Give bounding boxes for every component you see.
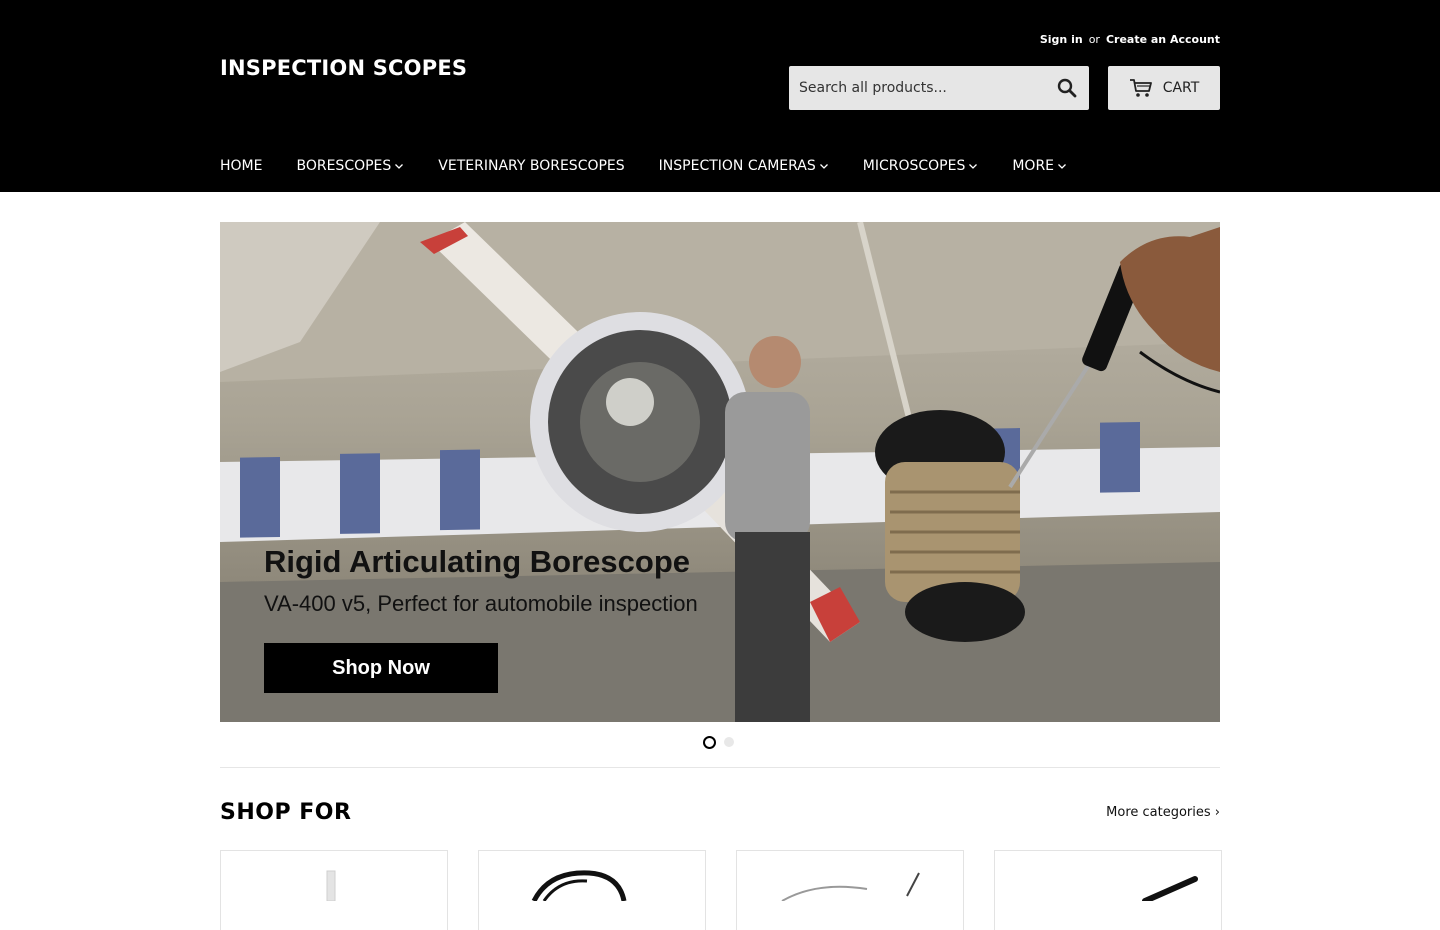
hero-slideshow[interactable]: Rigid Articulating Borescope VA-400 v5, …	[220, 222, 1220, 722]
category-card[interactable]	[220, 850, 448, 930]
nav-label: HOME	[220, 158, 263, 174]
slide-dot-1[interactable]	[703, 736, 716, 749]
cart-button[interactable]: CART	[1108, 66, 1220, 110]
category-image	[781, 872, 920, 902]
slide-dot-2[interactable]	[724, 737, 734, 747]
nav-label: INSPECTION CAMERAS	[658, 158, 816, 174]
site-logo[interactable]: INSPECTION SCOPES	[220, 56, 467, 80]
sign-in-link[interactable]: Sign in	[1040, 33, 1083, 46]
search-icon	[1057, 78, 1077, 98]
main-nav: HOME BORESCOPES VETERINARY BORESCOPES IN…	[220, 155, 1101, 177]
section-divider	[220, 767, 1220, 768]
chevron-down-icon	[395, 164, 404, 169]
nav-label: VETERINARY BORESCOPES	[438, 158, 625, 174]
nav-label: MICROSCOPES	[862, 158, 966, 174]
account-links: Sign in or Create an Account	[1040, 33, 1220, 46]
nav-item-inspection-cameras[interactable]: INSPECTION CAMERAS	[659, 155, 829, 177]
category-image	[326, 870, 336, 902]
more-categories-link[interactable]: More categories ›	[1106, 805, 1220, 820]
nav-item-veterinary-borescopes[interactable]: VETERINARY BORESCOPES	[438, 155, 624, 177]
search-input[interactable]	[789, 66, 1045, 110]
slideshow-pagination	[703, 736, 734, 749]
chevron-down-icon	[819, 164, 828, 169]
category-grid	[220, 850, 1222, 930]
category-card[interactable]	[736, 850, 964, 930]
cart-label: CART	[1162, 80, 1200, 96]
shop-now-button[interactable]: Shop Now	[264, 643, 498, 693]
search-button[interactable]	[1045, 66, 1089, 110]
nav-item-more[interactable]: MORE	[1012, 155, 1067, 177]
nav-item-microscopes[interactable]: MICROSCOPES	[863, 155, 979, 177]
category-card[interactable]	[478, 850, 706, 930]
nav-label: BORESCOPES	[296, 158, 392, 174]
hero-title: Rigid Articulating Borescope	[264, 544, 691, 579]
cart-icon	[1129, 79, 1152, 97]
chevron-down-icon	[969, 164, 978, 169]
category-image	[1142, 876, 1198, 904]
chevron-down-icon	[1058, 164, 1066, 169]
hero-subtitle: VA-400 v5, Perfect for automobile inspec…	[264, 591, 698, 616]
search-bar	[789, 66, 1089, 110]
nav-label: MORE	[1012, 158, 1055, 174]
category-image	[531, 870, 627, 903]
create-account-link[interactable]: Create an Account	[1106, 33, 1220, 46]
category-card[interactable]	[994, 850, 1222, 930]
nav-item-borescopes[interactable]: BORESCOPES	[296, 155, 404, 177]
nav-item-home[interactable]: HOME	[220, 155, 262, 177]
or-text: or	[1088, 33, 1100, 46]
shop-for-heading: SHOP FOR	[220, 800, 352, 825]
site-header: INSPECTION SCOPES Sign in or Create an Acc…	[0, 0, 1440, 192]
